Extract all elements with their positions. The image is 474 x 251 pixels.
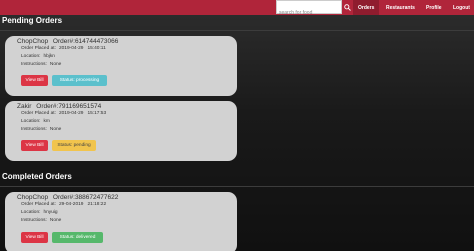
order-number: 791169651574 bbox=[58, 103, 102, 110]
nav-restaurants[interactable]: Restaurants bbox=[386, 0, 415, 15]
search-box[interactable] bbox=[276, 0, 342, 19]
order-title: ChopChop Order#:388672477622 bbox=[17, 194, 118, 201]
order-placed-line: Order Placed at: 2019-04-29 15:17:53 bbox=[21, 111, 106, 116]
order-number-label: Order#: bbox=[52, 194, 75, 201]
instructions-label: Instructions: bbox=[21, 62, 47, 67]
instructions-line: Instructions: None bbox=[21, 218, 61, 223]
view-bill-button[interactable]: View Bill bbox=[21, 140, 48, 151]
order-placed-value: 29-04-2019 21:18:22 bbox=[58, 202, 107, 207]
location-label: Location: bbox=[21, 54, 41, 59]
location-value: hnyuig bbox=[43, 210, 58, 215]
location-line: Location: hbjkn bbox=[21, 54, 55, 59]
order-placed-label: Order Placed at: bbox=[21, 202, 56, 207]
status-badge: Status: processing bbox=[52, 75, 107, 86]
instructions-value: None bbox=[49, 218, 62, 223]
nav-profile[interactable]: Profile bbox=[426, 0, 442, 15]
location-label: Location: bbox=[21, 119, 41, 124]
order-placed-line: Order Placed at: 2019-04-29 15:40:11 bbox=[21, 46, 106, 51]
order-number-label: Order#: bbox=[52, 38, 75, 45]
location-label: Location: bbox=[21, 210, 41, 215]
order-title: Zakir Order#:791169651574 bbox=[17, 103, 101, 110]
order-placed-label: Order Placed at: bbox=[21, 46, 56, 51]
view-bill-button[interactable]: View Bill bbox=[21, 232, 48, 243]
search-button[interactable] bbox=[342, 0, 353, 14]
instructions-value: None bbox=[49, 62, 62, 67]
nav-orders[interactable]: Orders bbox=[353, 0, 380, 15]
instructions-label: Instructions: bbox=[21, 127, 47, 132]
nav-logout[interactable]: Logout bbox=[453, 0, 470, 15]
restaurant-name: Zakir bbox=[17, 103, 32, 110]
location-line: Location: km bbox=[21, 119, 50, 124]
order-card: ChopChop Order#:388672477622 Order Place… bbox=[5, 192, 237, 251]
search-icon bbox=[344, 0, 351, 16]
order-number-label: Order#: bbox=[36, 103, 59, 110]
order-placed-label: Order Placed at: bbox=[21, 111, 56, 116]
instructions-value: None bbox=[49, 127, 62, 132]
status-badge: Status: delivered bbox=[52, 232, 103, 243]
order-placed-value: 2019-04-29 15:17:53 bbox=[58, 111, 107, 116]
completed-divider bbox=[0, 186, 474, 187]
order-number: 388672477622 bbox=[74, 194, 119, 201]
restaurant-name: ChopChop bbox=[17, 194, 49, 201]
order-card: Zakir Order#:791169651574 Order Placed a… bbox=[5, 101, 237, 161]
instructions-line: Instructions: None bbox=[21, 62, 61, 67]
restaurant-name: ChopChop bbox=[17, 38, 49, 45]
completed-orders-heading: Completed Orders bbox=[2, 172, 72, 181]
instructions-line: Instructions: None bbox=[21, 127, 61, 132]
location-value: hbjkn bbox=[43, 54, 55, 59]
location-line: Location: hnyuig bbox=[21, 210, 58, 215]
order-title: ChopChop Order#:614744473066 bbox=[17, 38, 118, 45]
order-card: ChopChop Order#:614744473066 Order Place… bbox=[5, 36, 237, 96]
pending-orders-heading: Pending Orders bbox=[2, 16, 63, 25]
search-input[interactable] bbox=[277, 7, 341, 19]
order-number: 614744473066 bbox=[74, 38, 119, 45]
instructions-label: Instructions: bbox=[21, 218, 47, 223]
status-badge: Status: pending bbox=[52, 140, 96, 151]
view-bill-button[interactable]: View Bill bbox=[21, 75, 48, 86]
order-placed-value: 2019-04-29 15:40:11 bbox=[58, 46, 106, 51]
order-placed-line: Order Placed at: 29-04-2019 21:18:22 bbox=[21, 202, 106, 207]
location-value: km bbox=[43, 119, 50, 124]
pending-divider bbox=[0, 30, 474, 31]
